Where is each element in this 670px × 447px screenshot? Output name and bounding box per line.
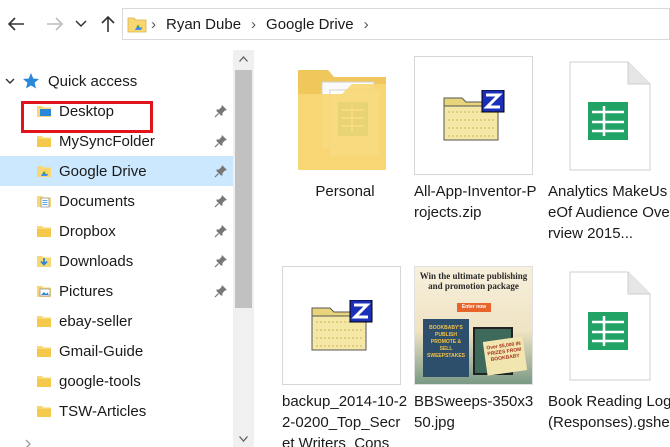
documents-folder-icon — [37, 196, 51, 208]
image-thumbnail: Win the ultimate publishing and promotio… — [414, 266, 533, 385]
desktop-folder-icon — [37, 106, 51, 117]
back-button[interactable] — [5, 12, 27, 36]
breadcrumb-item-google-drive[interactable]: Google Drive — [260, 16, 360, 33]
up-button[interactable] — [97, 12, 119, 36]
sidebar-item-label: Pictures — [59, 282, 114, 300]
sidebar-item-label: ebay-seller — [59, 312, 133, 330]
scroll-thumb[interactable] — [235, 70, 252, 308]
sidebar-item-label: google-tools — [59, 372, 141, 390]
sidebar-item-downloads[interactable]: Downloads — [0, 246, 233, 276]
scroll-up-button[interactable] — [233, 50, 254, 67]
sidebar-item-label: Documents — [59, 192, 135, 210]
folder-icon — [37, 406, 51, 417]
google-drive-folder-icon — [37, 166, 51, 177]
promo-book-cover: BOOKBABY'S PUBLISH PROMOTE & SELL SWEEPS… — [423, 319, 469, 377]
sidebar-item-label: Gmail-Guide — [59, 342, 144, 360]
folder-icon — [37, 346, 51, 357]
file-name: backup_2014-10-22-0200_Top_Secret Writer… — [282, 393, 408, 447]
promo-headline: Win the ultimate publishing and promotio… — [419, 271, 528, 291]
sidebar-item-label: TSW-Articles — [59, 402, 147, 420]
google-drive-folder-icon — [127, 17, 147, 33]
file-list: Personal All-App-Inventor-Projects.zip A… — [254, 50, 670, 447]
caret-up-icon — [239, 55, 248, 62]
navigation-bar: › Ryan Dube › Google Drive › — [0, 0, 670, 50]
folder-icon — [297, 69, 386, 170]
sidebar-item-label: Google Drive — [59, 162, 147, 180]
sidebar-item-google-drive[interactable]: Google Drive — [0, 156, 233, 186]
back-arrow-icon — [7, 17, 24, 31]
chevron-down-icon — [75, 20, 87, 28]
sidebar-item-desktop[interactable]: Desktop — [0, 96, 233, 126]
folder-icon — [37, 226, 51, 237]
zip-archive-icon — [311, 299, 372, 350]
star-icon — [23, 73, 39, 89]
zip-thumbnail — [282, 266, 401, 385]
up-arrow-icon — [101, 15, 115, 32]
downloads-folder-icon — [37, 256, 51, 267]
sidebar-item-label: Quick access — [48, 72, 138, 90]
file-name: Book Reading Log (Responses).gshe — [548, 393, 670, 431]
folder-thumbnail — [282, 56, 401, 175]
pin-icon[interactable] — [214, 224, 228, 238]
chevron-right-icon — [25, 439, 31, 447]
sidebar-item-tsw-articles[interactable]: TSW-Articles — [0, 396, 233, 426]
file-item[interactable]: Win the ultimate publishing and promotio… — [414, 266, 540, 433]
caret-down-icon — [239, 435, 248, 442]
breadcrumb-separator[interactable]: › — [360, 16, 373, 33]
sidebar-item-mysyncfolder[interactable]: MySyncFolder — [0, 126, 233, 156]
sheet-thumbnail — [548, 56, 667, 175]
sidebar-item-label: MySyncFolder — [59, 132, 155, 150]
scroll-down-button[interactable] — [233, 430, 254, 447]
forward-button[interactable] — [44, 12, 66, 36]
sidebar-item-ebay-seller[interactable]: ebay-seller — [0, 306, 233, 336]
folder-icon — [37, 376, 51, 387]
sidebar-item-partial[interactable] — [0, 434, 233, 447]
pin-icon[interactable] — [214, 284, 228, 298]
file-item[interactable]: Book Reading Log (Responses).gshe — [548, 266, 670, 433]
file-name: Personal — [315, 183, 375, 200]
sheet-thumbnail — [548, 266, 667, 385]
sidebar-item-documents[interactable]: Documents — [0, 186, 233, 216]
breadcrumb-separator[interactable]: › — [247, 16, 260, 33]
sidebar-item-pictures[interactable]: Pictures — [0, 276, 233, 306]
promo-badge: Over $5,000 IN PRIZES FROM BOOKBABY — [482, 336, 528, 376]
sidebar-item-quick-access[interactable]: Quick access — [0, 66, 233, 96]
pin-icon[interactable] — [214, 104, 228, 118]
sidebar-scrollbar[interactable] — [233, 50, 254, 447]
file-item[interactable]: Personal — [282, 56, 408, 202]
pin-icon[interactable] — [214, 194, 228, 208]
file-item[interactable]: Analytics MakeUseOf Audience Overview 20… — [548, 56, 670, 244]
pin-icon[interactable] — [214, 254, 228, 268]
pictures-folder-icon — [37, 286, 51, 297]
promo-enter-button: Enter now — [457, 303, 491, 312]
navigation-pane: Quick access Desktop MySyncFolder Google… — [0, 50, 254, 447]
sidebar-item-label: Dropbox — [59, 222, 116, 240]
zip-thumbnail — [414, 56, 533, 175]
pin-icon[interactable] — [214, 164, 228, 178]
file-name: Analytics MakeUseOf Audience Overview 20… — [548, 183, 670, 242]
pin-icon[interactable] — [214, 134, 228, 148]
file-item[interactable]: All-App-Inventor-Projects.zip — [414, 56, 540, 223]
google-sheets-icon — [569, 61, 650, 170]
forward-arrow-icon — [47, 17, 64, 31]
sidebar-item-label: Downloads — [59, 252, 134, 270]
file-name: BBSweeps-350x350.jpg — [414, 393, 534, 431]
folder-icon — [37, 316, 51, 327]
recent-locations-button[interactable] — [73, 12, 89, 36]
chevron-down-icon[interactable] — [4, 75, 16, 87]
sidebar-item-gmail-guide[interactable]: Gmail-Guide — [0, 336, 233, 366]
sidebar-item-google-tools[interactable]: google-tools — [0, 366, 233, 396]
file-item[interactable]: backup_2014-10-22-0200_Top_Secret Writer… — [282, 266, 408, 447]
zip-archive-icon — [443, 89, 504, 140]
folder-icon — [37, 136, 51, 147]
sidebar-item-dropbox[interactable]: Dropbox — [0, 216, 233, 246]
breadcrumb-separator[interactable]: › — [147, 16, 160, 33]
address-bar[interactable]: › Ryan Dube › Google Drive › — [122, 8, 670, 40]
google-sheets-icon — [569, 271, 650, 380]
file-name: All-App-Inventor-Projects.zip — [414, 183, 537, 221]
breadcrumb-item-ryan-dube[interactable]: Ryan Dube — [160, 16, 247, 33]
sidebar-item-label: Desktop — [59, 102, 115, 120]
